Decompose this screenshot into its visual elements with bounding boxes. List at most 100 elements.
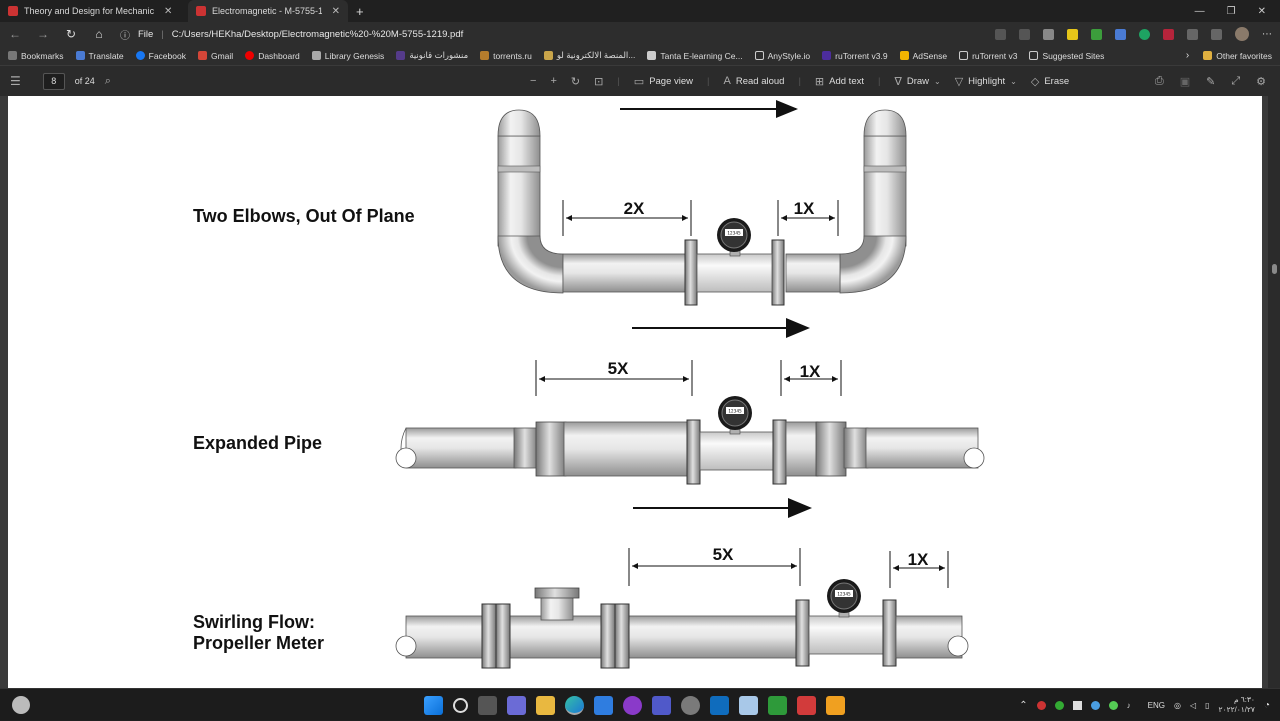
settings-icon[interactable]: [681, 695, 700, 715]
back-icon[interactable]: ←: [8, 27, 22, 41]
bookmark-item[interactable]: torrents.ru: [480, 51, 532, 61]
erase-button[interactable]: ◇ Erase: [1031, 75, 1069, 88]
page-view-button[interactable]: ▭ Page view: [634, 75, 693, 88]
close-icon[interactable]: ✕: [332, 6, 340, 17]
bookmark-item[interactable]: Translate: [75, 51, 124, 61]
bookmark-item[interactable]: Gmail: [197, 51, 233, 61]
extension-icon[interactable]: [1163, 28, 1174, 40]
extensions-puzzle-icon[interactable]: [1211, 28, 1222, 40]
clock[interactable]: ٦:٣٠ م ٢٠٢٢/٠١/٢٧: [1219, 695, 1255, 715]
bookmark-item[interactable]: AnyStyle.io: [754, 51, 810, 61]
pdf-icon: [8, 6, 18, 16]
tab-theory-design[interactable]: Theory and Design for Mechanic ✕: [0, 0, 188, 22]
outlook-icon[interactable]: [710, 695, 729, 715]
url-field[interactable]: ⓘ File | C:/Users/HEKha/Desktop/Electrom…: [120, 27, 463, 42]
close-window-icon[interactable]: ✕: [1258, 6, 1266, 17]
highlight-button[interactable]: ▽ Highlight ⌄: [955, 75, 1017, 88]
bookmark-item[interactable]: Bookmarks: [8, 51, 64, 61]
bookmark-item[interactable]: Library Genesis: [311, 51, 384, 61]
close-icon[interactable]: ✕: [164, 6, 172, 17]
minimize-icon[interactable]: —: [1195, 6, 1205, 17]
folder-icon: [1203, 51, 1213, 60]
read-aloud-button[interactable]: A Read aloud: [724, 75, 785, 87]
tab-electromagnetic[interactable]: Electromagnetic - M-5755-1219 ✕: [188, 0, 348, 22]
forward-icon[interactable]: →: [36, 27, 50, 41]
tray-icon[interactable]: [1108, 700, 1118, 710]
chevron-up-icon[interactable]: ⌃: [1019, 700, 1027, 711]
teams-icon[interactable]: [652, 695, 671, 715]
settings-icon[interactable]: ⚙: [1256, 75, 1266, 88]
bookmark-item[interactable]: AdSense: [899, 51, 947, 61]
tray-icon[interactable]: [1036, 700, 1046, 710]
draw-button[interactable]: ∇ Draw ⌄: [894, 75, 940, 88]
bookmark-item[interactable]: ruTorrent v3.9: [822, 51, 888, 61]
fit-page-icon[interactable]: ⊡: [594, 75, 603, 88]
fullscreen-icon[interactable]: ⤢: [1231, 75, 1240, 88]
bookmark-item[interactable]: منشورات قانونية: [396, 50, 468, 61]
search-icon[interactable]: [453, 697, 468, 713]
volume-icon[interactable]: ◁: [1190, 701, 1196, 710]
extension-icon[interactable]: [1091, 28, 1102, 40]
chevron-right-icon[interactable]: ›: [1186, 50, 1189, 61]
microphone-icon[interactable]: ♪: [1127, 701, 1131, 710]
bookmark-item[interactable]: Suggested Sites: [1029, 51, 1104, 61]
bookmark-item[interactable]: Tanta E-learning Ce...: [647, 51, 743, 61]
weather-icon[interactable]: [12, 696, 30, 714]
chevron-down-icon[interactable]: ⌄: [1010, 77, 1017, 86]
read-aloud-icon: A: [723, 75, 731, 87]
chat-icon[interactable]: [507, 695, 526, 715]
zoom-in-icon[interactable]: +: [550, 75, 556, 87]
task-view-icon[interactable]: [478, 695, 497, 715]
chevron-down-icon[interactable]: ⌄: [934, 77, 941, 86]
other-favorites[interactable]: Other favorites: [1203, 51, 1272, 61]
more-menu-icon[interactable]: ⋯: [1262, 29, 1272, 40]
file-explorer-icon[interactable]: [536, 695, 555, 715]
save-as-icon[interactable]: ✎: [1206, 75, 1215, 88]
edge-browser-icon[interactable]: [565, 695, 584, 715]
pipe-end: [395, 447, 417, 469]
diagram-expanded-pipe: 5X 1X 12345: [395, 359, 985, 485]
app-icon[interactable]: [826, 695, 845, 715]
app-icon[interactable]: [797, 695, 816, 715]
refresh-icon[interactable]: ↻: [64, 27, 78, 41]
extension-icon[interactable]: [1139, 28, 1150, 40]
restore-icon[interactable]: ❐: [1227, 6, 1236, 17]
battery-icon[interactable]: ▯: [1205, 701, 1209, 710]
app-icon[interactable]: [768, 695, 787, 715]
bookmark-item[interactable]: ruTorrent v3: [959, 51, 1017, 61]
bookmark-item[interactable]: المنصة الالكترونية لو...: [543, 50, 635, 61]
rotate-icon[interactable]: ↻: [571, 75, 580, 88]
zoom-icon[interactable]: [995, 28, 1006, 40]
notification-icon[interactable]: ◔: [1264, 700, 1270, 711]
extension-icon[interactable]: [1067, 28, 1078, 40]
avatar[interactable]: [1235, 27, 1249, 41]
bookmark-item[interactable]: Facebook: [135, 51, 186, 61]
start-windows-icon[interactable]: [424, 695, 443, 715]
app-icon[interactable]: [623, 695, 642, 715]
store-icon[interactable]: [594, 695, 613, 715]
network-icon[interactable]: ◎: [1174, 701, 1181, 710]
add-text-button[interactable]: ⊞ Add text: [815, 75, 864, 88]
favorite-star-icon[interactable]: [1019, 28, 1030, 40]
elbow: [839, 235, 907, 294]
scrollbar[interactable]: [1268, 96, 1280, 688]
app-icon[interactable]: [739, 695, 758, 715]
tray-icon[interactable]: [1090, 700, 1100, 710]
tray-icon[interactable]: [1072, 700, 1082, 710]
contents-list-icon[interactable]: ☰: [10, 74, 21, 88]
zoom-out-icon[interactable]: −: [530, 75, 536, 87]
language-indicator[interactable]: ENG: [1148, 701, 1165, 710]
extension-icon[interactable]: [1043, 28, 1054, 40]
page-number-input[interactable]: 8: [42, 72, 65, 90]
meter-display: 12345: [728, 409, 742, 415]
home-icon[interactable]: ⌂: [92, 27, 106, 41]
search-icon[interactable]: ⌕: [105, 75, 111, 88]
extension-icon[interactable]: [1187, 28, 1198, 40]
save-icon[interactable]: ▣: [1180, 75, 1190, 88]
bookmark-item[interactable]: Dashboard: [245, 51, 300, 61]
new-tab-button[interactable]: +: [348, 0, 372, 22]
translate-icon[interactable]: [1115, 28, 1126, 40]
tray-icon[interactable]: [1054, 700, 1064, 710]
print-icon[interactable]: ⎙: [1155, 75, 1164, 88]
scroll-thumb[interactable]: [1272, 264, 1277, 274]
